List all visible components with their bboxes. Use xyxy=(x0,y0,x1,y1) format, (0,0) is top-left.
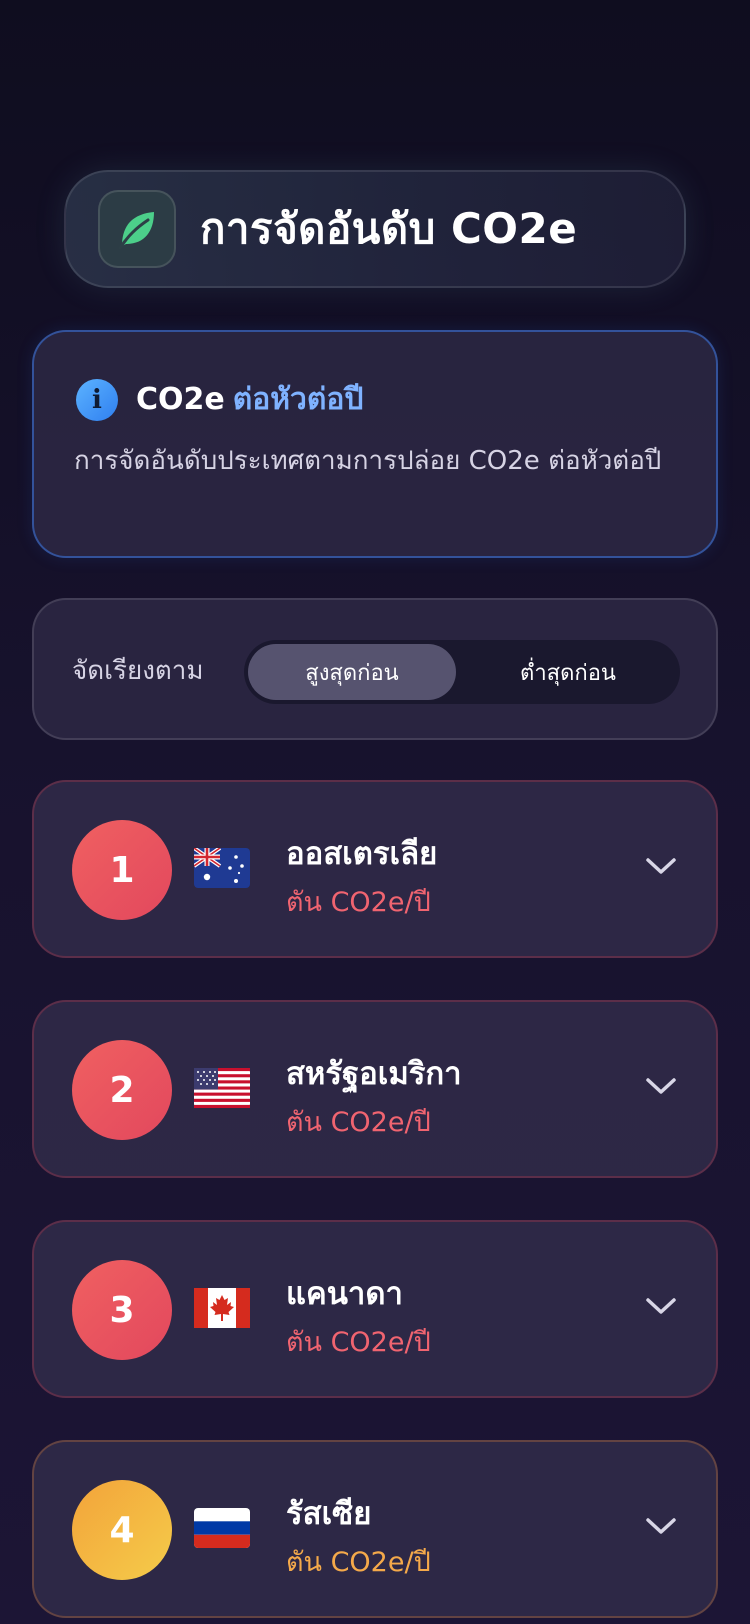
chevron-down-icon[interactable] xyxy=(644,1294,678,1318)
country-unit: ตัน CO2e/ปี xyxy=(286,887,431,918)
country-name: แคนาดา xyxy=(286,1276,403,1312)
country-card-canada[interactable]: 3 แคนาดา ตัน CO2e/ปี xyxy=(32,1220,718,1398)
rank-badge: 1 xyxy=(72,820,172,920)
chevron-down-icon[interactable] xyxy=(644,1514,678,1538)
leaf-icon-container xyxy=(98,190,176,268)
rank-badge: 4 xyxy=(72,1480,172,1580)
country-unit: ตัน CO2e/ปี xyxy=(286,1327,431,1358)
sort-label: จัดเรียงตาม xyxy=(72,656,204,686)
leaf-icon xyxy=(118,212,154,250)
info-icon: i xyxy=(76,378,118,421)
canada-flag-icon xyxy=(194,1288,250,1328)
info-title-main: CO2e xyxy=(136,382,225,417)
info-card: i CO2e ต่อหัวต่อปี การจัดอันดับประเทศตามก… xyxy=(32,330,718,558)
chevron-down-icon[interactable] xyxy=(644,854,678,878)
country-name: สหรัฐอเมริกา xyxy=(286,1056,462,1092)
page-header: การจัดอันดับ CO2e xyxy=(64,170,686,288)
country-name: ออสเตรเลีย xyxy=(286,836,438,872)
sort-lowest-first-button[interactable]: ต่ำสุดก่อน xyxy=(460,644,676,700)
country-card-usa[interactable]: 2 สหรัฐอเมริกา ตัน CO2e/ปี xyxy=(32,1000,718,1178)
country-card-russia[interactable]: 4 รัสเซีย ตัน CO2e/ปี xyxy=(32,1440,718,1618)
country-unit: ตัน CO2e/ปี xyxy=(286,1547,431,1578)
country-card-australia[interactable]: 1 ออสเตรเลีย ตัน CO2e/ปี xyxy=(32,780,718,958)
sort-card: จัดเรียงตาม สูงสุดก่อน ต่ำสุดก่อน xyxy=(32,598,718,740)
info-title-sub: ต่อหัวต่อปี xyxy=(232,382,364,417)
info-description: การจัดอันดับประเทศตามการปล่อย CO2e ต่อหั… xyxy=(74,446,662,476)
country-name: รัสเซีย xyxy=(286,1496,372,1532)
country-unit: ตัน CO2e/ปี xyxy=(286,1107,431,1138)
page-title: การจัดอันดับ CO2e xyxy=(200,204,578,253)
chevron-down-icon[interactable] xyxy=(644,1074,678,1098)
australia-flag-icon xyxy=(194,848,250,888)
sort-segmented-control: สูงสุดก่อน ต่ำสุดก่อน xyxy=(244,640,680,704)
sort-highest-first-button[interactable]: สูงสุดก่อน xyxy=(248,644,456,700)
rank-badge: 2 xyxy=(72,1040,172,1140)
info-heading: i CO2e ต่อหัวต่อปี xyxy=(76,376,363,423)
rank-badge: 3 xyxy=(72,1260,172,1360)
usa-flag-icon xyxy=(194,1068,250,1108)
info-title: CO2e ต่อหัวต่อปี xyxy=(136,376,363,423)
russia-flag-icon xyxy=(194,1508,250,1548)
